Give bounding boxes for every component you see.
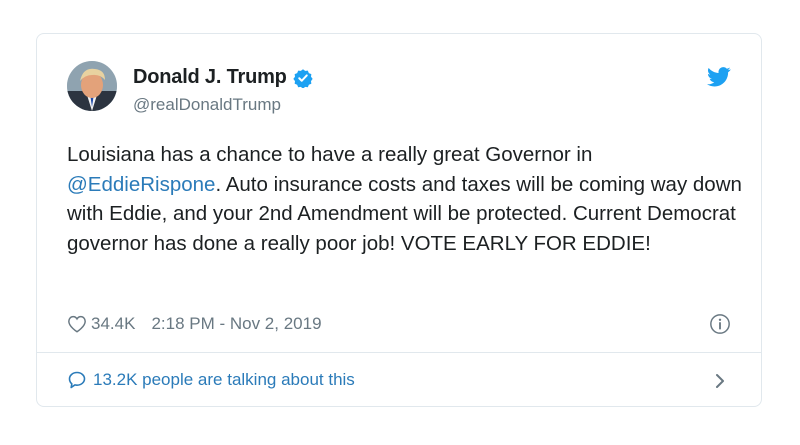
conversation-label[interactable]: 13.2K people are talking about this — [93, 370, 355, 390]
heart-icon[interactable] — [67, 315, 87, 333]
info-icon[interactable] — [709, 313, 731, 335]
author-handle[interactable]: @realDonaldTrump — [133, 95, 281, 115]
speech-bubble-icon — [68, 371, 86, 389]
tweet-text: Louisiana has a chance to have a really … — [67, 140, 747, 258]
divider — [37, 352, 761, 353]
avatar-image — [67, 61, 117, 111]
timestamp[interactable]: 2:18 PM - Nov 2, 2019 — [151, 314, 321, 334]
tweet-card[interactable]: Donald J. Trump @realDonaldTrump Louisia… — [36, 33, 762, 407]
twitter-bird-icon[interactable] — [707, 67, 731, 87]
verified-badge-icon — [293, 68, 313, 88]
tweet-text-before: Louisiana has a chance to have a really … — [67, 143, 593, 166]
conversation-link[interactable]: 13.2K people are talking about this — [67, 370, 355, 390]
chevron-right-icon[interactable] — [713, 372, 727, 390]
author-name[interactable]: Donald J. Trump — [133, 66, 287, 89]
avatar[interactable] — [67, 61, 117, 111]
like-count[interactable]: 34.4K — [91, 314, 135, 334]
mention-link[interactable]: @EddieRispone — [67, 173, 215, 196]
